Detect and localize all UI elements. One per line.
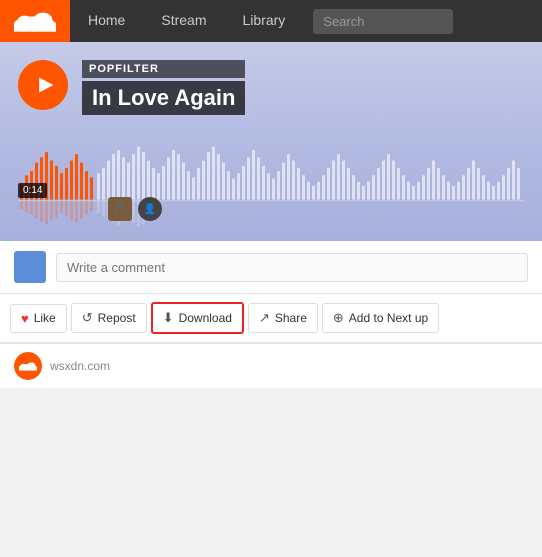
avatar-1-img: 🎵 (108, 197, 132, 221)
next-up-button[interactable]: ⊕ Add to Next up (322, 303, 439, 333)
waveform-svg (18, 131, 524, 226)
bottom-logo (14, 352, 42, 380)
soundcloud-logo[interactable] (0, 0, 70, 42)
like-icon: ♥ (21, 311, 29, 326)
time-display: 0:14 (18, 183, 47, 198)
avatar-2: 👤 (138, 197, 162, 221)
avatars-row: 🎵 👤 (108, 197, 162, 221)
avatar-1: 🎵 (108, 197, 132, 221)
share-icon: ↗ (259, 310, 270, 326)
player-area: POPFILTER In Love Again (0, 42, 542, 241)
action-bar: ♥ Like ↺ Repost ⬇ Download ↗ Share ⊕ Add… (0, 294, 542, 343)
repost-label: Repost (98, 311, 136, 325)
comment-area (0, 241, 542, 294)
nav-library[interactable]: Library (224, 0, 303, 42)
download-icon: ⬇ (163, 310, 174, 326)
track-header: POPFILTER In Love Again (18, 60, 524, 115)
download-button[interactable]: ⬇ Download (151, 302, 244, 334)
like-label: Like (34, 311, 56, 325)
bottom-bar: wsxdn.com (0, 343, 542, 388)
nav-home[interactable]: Home (70, 0, 143, 42)
download-label: Download (179, 311, 232, 325)
next-label: Add to Next up (349, 311, 428, 325)
navbar: Home Stream Library (0, 0, 542, 42)
artist-name: POPFILTER (82, 60, 245, 78)
next-icon: ⊕ (333, 310, 344, 326)
user-avatar (14, 251, 46, 283)
nav-links: Home Stream Library (70, 0, 303, 42)
search-input[interactable] (313, 9, 453, 34)
play-button[interactable] (18, 60, 68, 110)
track-title: In Love Again (82, 81, 245, 115)
comment-input[interactable] (56, 253, 528, 282)
share-button[interactable]: ↗ Share (248, 303, 318, 333)
search-wrap (303, 0, 542, 42)
track-info: POPFILTER In Love Again (82, 60, 245, 115)
share-label: Share (275, 311, 307, 325)
footer-text: wsxdn.com (50, 359, 110, 373)
avatar-2-img: 👤 (138, 197, 162, 221)
repost-button[interactable]: ↺ Repost (71, 303, 147, 333)
nav-stream[interactable]: Stream (143, 0, 224, 42)
waveform[interactable]: 0:14 🎵 👤 (18, 131, 524, 226)
like-button[interactable]: ♥ Like (10, 304, 67, 333)
repost-icon: ↺ (82, 310, 93, 326)
